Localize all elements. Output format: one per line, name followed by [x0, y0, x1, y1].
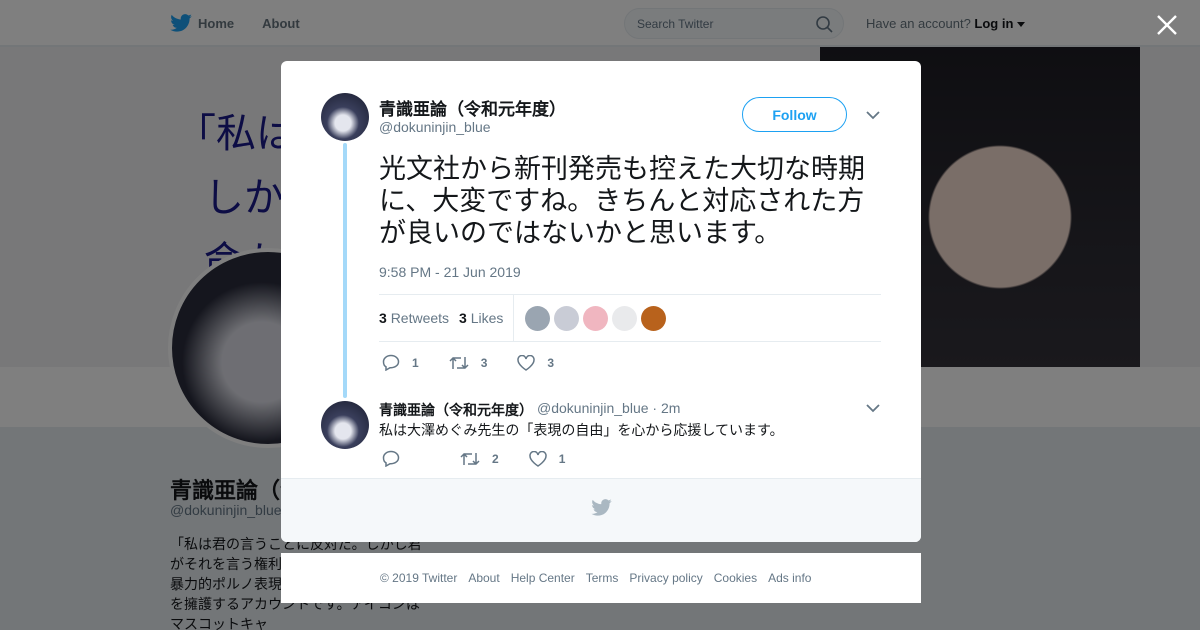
liker-avatar[interactable] — [641, 306, 666, 331]
retweets-stat[interactable]: 3 Retweets — [379, 310, 449, 326]
retweet-icon — [449, 356, 469, 369]
reply-button[interactable]: 1 — [382, 354, 419, 371]
reply-meta: @dokuninjin_blue · 2m — [537, 400, 680, 416]
tweet-modal: 青識亜論（令和元年度） @dokuninjin_blue Follow 光文社か… — [281, 61, 921, 542]
reply-time[interactable]: · 2m — [652, 400, 680, 416]
retweet-icon — [460, 452, 480, 465]
close-icon[interactable] — [1154, 12, 1180, 38]
tweet-stats: 3 Retweets 3 Likes — [379, 294, 881, 342]
like-count: 1 — [558, 451, 566, 466]
tweet-actions: 1 3 3 — [382, 354, 584, 371]
likes-count: 3 — [459, 310, 467, 326]
footer-link-privacy[interactable]: Privacy policy — [629, 571, 702, 585]
reply-author-name[interactable]: 青識亜論（令和元年度） — [379, 400, 533, 420]
stats-divider — [513, 295, 514, 341]
author-avatar[interactable] — [321, 93, 369, 141]
chevron-down-icon[interactable] — [866, 404, 880, 413]
like-button[interactable]: 1 — [528, 450, 566, 467]
author-handle[interactable]: @dokuninjin_blue — [379, 119, 491, 135]
follow-button[interactable]: Follow — [742, 97, 847, 132]
footer-link-cookies[interactable]: Cookies — [714, 571, 757, 585]
reply-button[interactable] — [382, 450, 412, 467]
reply-icon — [382, 354, 400, 371]
retweets-count: 3 — [379, 310, 387, 326]
reply-author-handle[interactable]: @dokuninjin_blue — [537, 400, 649, 416]
like-count: 3 — [547, 355, 555, 370]
retweet-button[interactable]: 2 — [460, 451, 499, 467]
likes-label: Likes — [470, 310, 504, 326]
reply-author-avatar[interactable] — [321, 401, 369, 449]
chevron-down-icon[interactable] — [866, 111, 880, 120]
footer-copyright: © 2019 Twitter — [380, 571, 458, 585]
liker-avatar[interactable] — [554, 306, 579, 331]
likes-stat[interactable]: 3 Likes — [459, 310, 503, 326]
twitter-bird-icon — [591, 499, 612, 516]
liker-avatar[interactable] — [612, 306, 637, 331]
footer-link-help-center[interactable]: Help Center — [511, 571, 575, 585]
author-name[interactable]: 青識亜論（令和元年度） — [379, 95, 566, 120]
reply-text: 私は大澤めぐみ先生の「表現の自由」を心から応援しています。 — [379, 422, 784, 438]
retweet-button[interactable]: 3 — [449, 355, 488, 371]
heart-icon — [528, 450, 547, 467]
retweets-label: Retweets — [390, 310, 450, 326]
footer-link-terms[interactable]: Terms — [586, 571, 619, 585]
retweet-count: 3 — [480, 355, 488, 370]
footer-link-about[interactable]: About — [468, 571, 499, 585]
tweet-timestamp[interactable]: 9:58 PM - 21 Jun 2019 — [379, 264, 521, 280]
modal-footer — [281, 478, 921, 542]
like-button[interactable]: 3 — [517, 354, 555, 371]
footer-link-ads-info[interactable]: Ads info — [768, 571, 811, 585]
retweet-count: 2 — [492, 451, 499, 466]
site-footer: © 2019 Twitter About Help Center Terms P… — [281, 553, 921, 603]
reply-icon — [382, 450, 400, 467]
tweet-text: 光文社から新刊発売も控えた大切な時期に、大変ですね。きちんと対応された方が良いの… — [379, 154, 865, 248]
reply-count: 1 — [412, 355, 419, 370]
liker-avatar[interactable] — [583, 306, 608, 331]
reply-actions: 2 1 — [382, 450, 595, 467]
liker-avatar[interactable] — [525, 306, 550, 331]
heart-icon — [517, 354, 536, 371]
thread-line — [343, 143, 347, 398]
